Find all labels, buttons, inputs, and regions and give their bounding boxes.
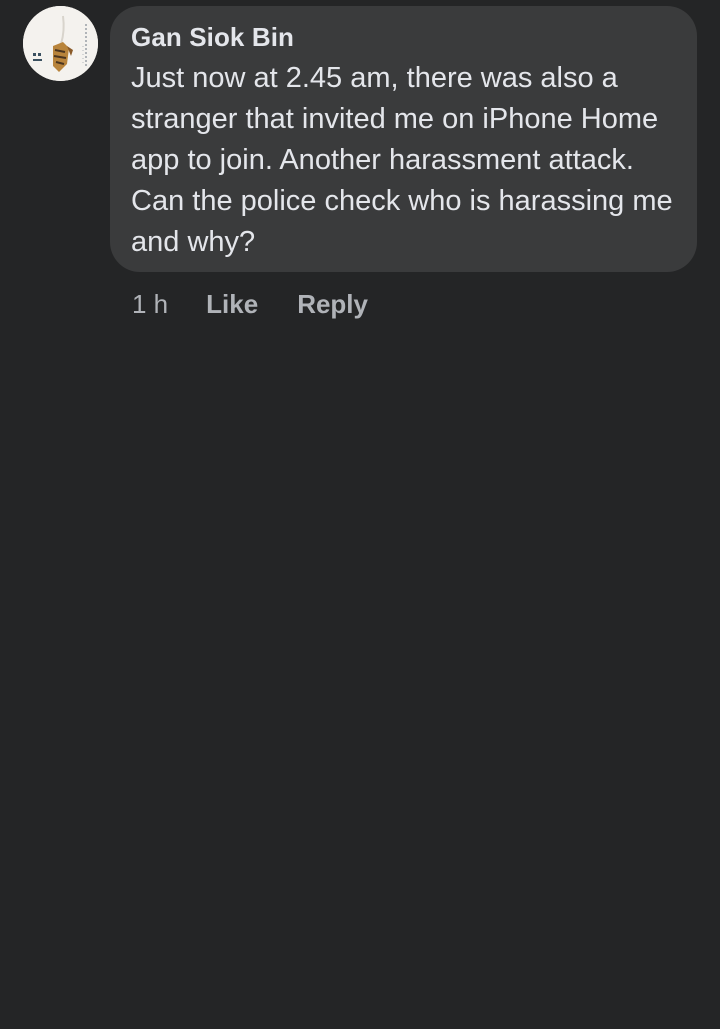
reply-button[interactable]: Reply [297,289,368,320]
comment-timestamp[interactable]: 1 h [132,289,168,320]
like-button[interactable]: Like [206,289,258,320]
comment-author[interactable]: Gan Siok Bin [131,20,677,54]
comment-actions: 1 h Like Reply [132,284,368,324]
avatar-image [23,6,98,81]
comment-text: Just now at 2.45 am, there was also a st… [131,62,673,258]
comment-bubble: Gan Siok Bin Just now at 2.45 am, there … [110,6,697,272]
avatar[interactable] [23,6,98,81]
